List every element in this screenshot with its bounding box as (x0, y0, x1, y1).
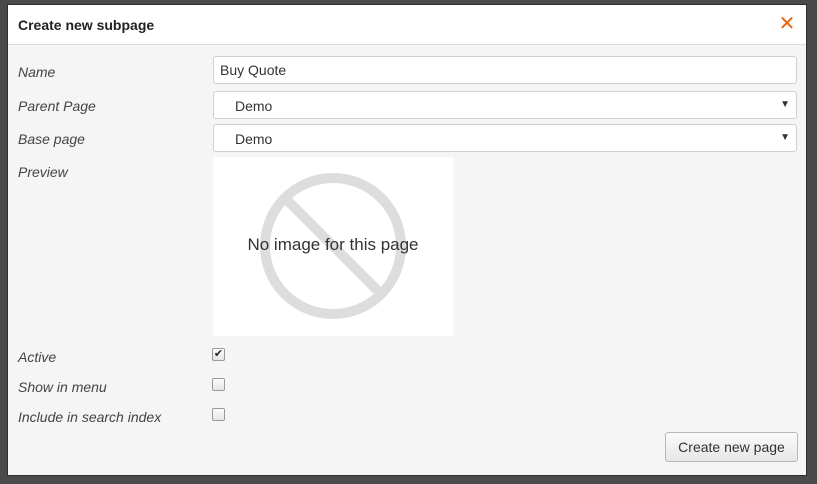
parent-page-select[interactable]: Demo ▼ (213, 91, 797, 119)
preview-label: Preview (18, 164, 68, 180)
search-index-checkbox[interactable] (212, 408, 225, 421)
name-input[interactable] (213, 56, 797, 84)
base-page-label: Base page (18, 131, 85, 147)
name-label: Name (18, 64, 56, 80)
close-icon[interactable]: ✕ (778, 14, 796, 34)
no-image-text: No image for this page (247, 235, 419, 254)
preview-image: No image for this page (213, 157, 453, 336)
parent-page-label: Parent Page (18, 98, 96, 114)
active-label: Active (18, 349, 57, 365)
show-in-menu-label: Show in menu (18, 379, 107, 395)
parent-page-value: Demo (235, 98, 273, 114)
chevron-down-icon: ▼ (780, 99, 790, 110)
create-subpage-dialog: Create new subpage ✕ Name Parent Page De… (7, 4, 807, 476)
create-page-button[interactable]: Create new page (665, 432, 798, 462)
search-index-label: Include in search index (18, 409, 162, 425)
base-page-select[interactable]: Demo ▼ (213, 124, 797, 152)
show-in-menu-checkbox[interactable] (212, 378, 225, 391)
base-page-value: Demo (235, 131, 273, 147)
active-checkbox[interactable]: ✔ (212, 348, 225, 361)
dialog-title: Create new subpage (18, 17, 155, 33)
chevron-down-icon: ▼ (780, 132, 790, 143)
dialog-header: Create new subpage ✕ (8, 5, 806, 45)
